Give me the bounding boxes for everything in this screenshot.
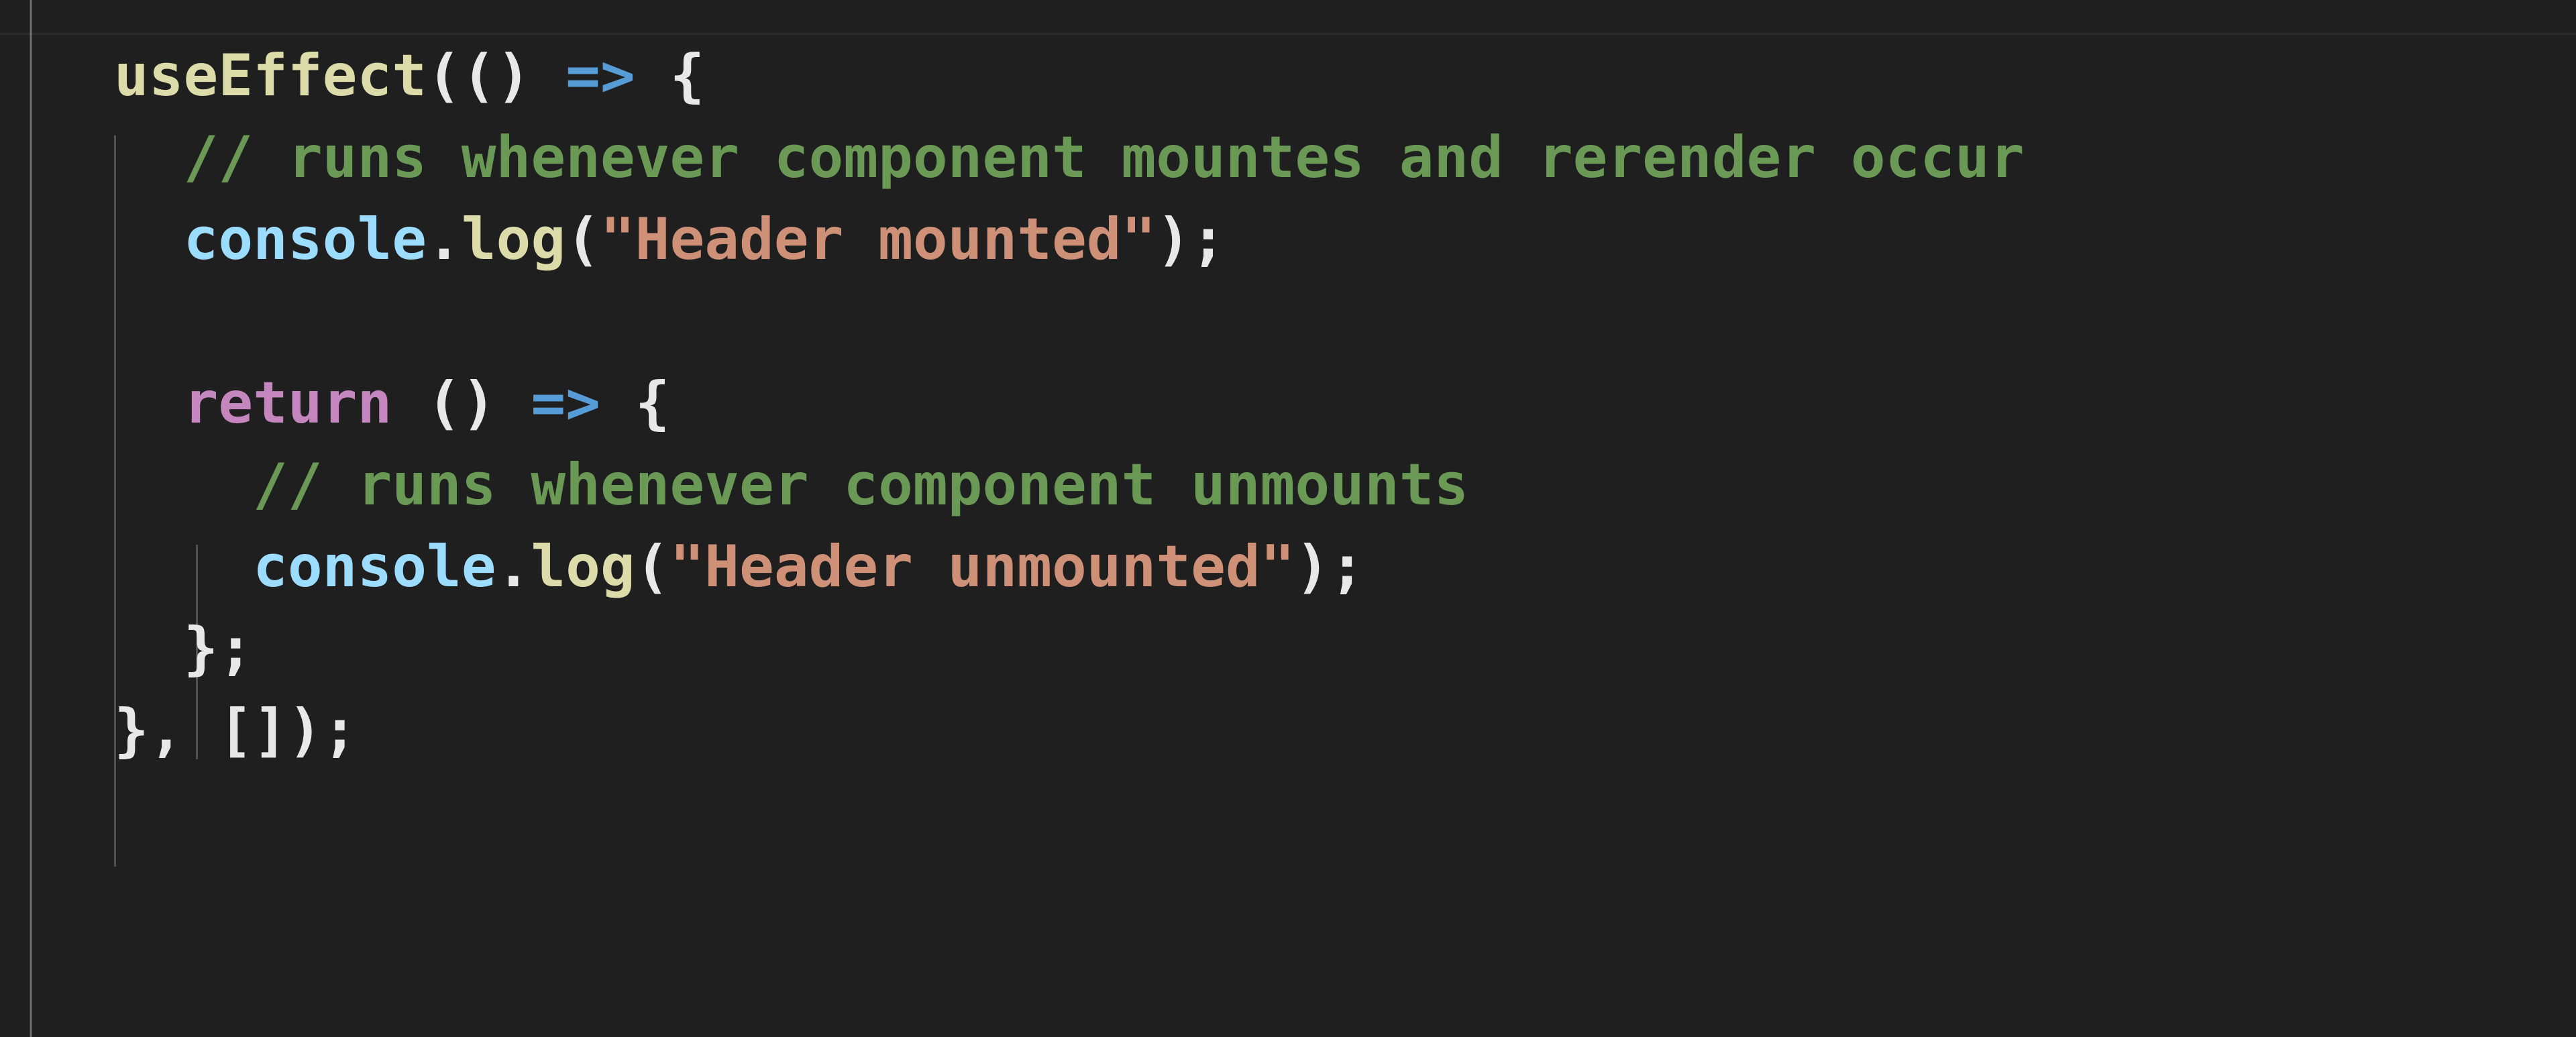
code-line-content: useEffect(() => {	[0, 35, 2576, 117]
code-token-bracket-1: (	[566, 206, 600, 273]
code-line-content: return () => {	[0, 362, 2576, 444]
code-token-operator: =>	[531, 370, 600, 437]
code-token-bracket-1: )	[1295, 533, 1330, 600]
code-line-content: }, []);	[0, 690, 2576, 771]
code-line-content: console.log("Header unmounted");	[0, 526, 2576, 608]
code-token-bracket-2: }	[114, 697, 149, 764]
code-line[interactable]: }, []);	[0, 690, 2576, 771]
code-text-area[interactable]: useEffect(() => { // runs whenever compo…	[0, 35, 2576, 1037]
code-token-bracket-1: )	[461, 370, 496, 437]
code-token-func: log	[531, 533, 635, 600]
code-line[interactable]: // runs whenever component mountes and r…	[0, 117, 2576, 199]
code-token-bracket-2: )	[496, 42, 531, 109]
code-token-var: console	[253, 533, 496, 600]
code-token-comment: // runs whenever component unmounts	[253, 451, 1469, 518]
code-token-bracket-2: {	[669, 42, 705, 109]
code-token-bracket-1: )	[287, 697, 323, 764]
code-token-var: console	[183, 206, 427, 273]
code-token-punct: ;	[322, 697, 358, 764]
code-line-list: useEffect(() => { // runs whenever compo…	[0, 35, 2576, 771]
code-line[interactable]	[0, 280, 2576, 362]
code-line-content: // runs whenever component unmounts	[0, 444, 2576, 526]
code-line-content: // runs whenever component mountes and r…	[0, 117, 2576, 199]
code-token-bracket-1: {	[635, 370, 670, 437]
code-token-bracket-2: ]	[253, 697, 288, 764]
code-line[interactable]: // runs whenever component unmounts	[0, 444, 2576, 526]
code-token-punct: .	[496, 533, 531, 600]
code-token-bracket-1: )	[1156, 206, 1191, 273]
code-token-func: useEffect	[114, 42, 427, 109]
code-token-punct: ;	[1330, 533, 1364, 600]
code-line[interactable]: useEffect(() => {	[0, 35, 2576, 117]
code-token-operator: =>	[566, 42, 635, 109]
code-token-func: log	[461, 206, 566, 273]
code-line[interactable]: console.log("Header mounted");	[0, 199, 2576, 280]
code-token-punct: ;	[218, 615, 254, 682]
code-editor-pane[interactable]: useEffect(() => { // runs whenever compo…	[0, 0, 2576, 1037]
code-token-bracket-1: (	[427, 42, 462, 109]
code-token-punct: ;	[1191, 206, 1226, 273]
code-token-punct: .	[427, 206, 462, 273]
code-line[interactable]: console.log("Header unmounted");	[0, 526, 2576, 608]
code-token-string: "Header unmounted"	[669, 533, 1295, 600]
code-token-bracket-1: (	[635, 533, 670, 600]
code-token-bracket-2: [	[218, 697, 254, 764]
code-token-punct: ,	[148, 697, 184, 764]
code-token-bracket-2: (	[461, 42, 496, 109]
code-token-keyword: return	[183, 370, 392, 437]
code-line-content: console.log("Header mounted");	[0, 199, 2576, 280]
code-token-string: "Header mounted"	[600, 206, 1157, 273]
code-token-comment: // runs whenever component mountes and r…	[183, 124, 2025, 191]
code-line-content: };	[0, 608, 2576, 690]
code-token-bracket-1: (	[427, 370, 462, 437]
code-line[interactable]: return () => {	[0, 362, 2576, 444]
code-line-content	[0, 280, 2576, 362]
code-line[interactable]: };	[0, 608, 2576, 690]
code-token-bracket-1: }	[183, 615, 219, 682]
